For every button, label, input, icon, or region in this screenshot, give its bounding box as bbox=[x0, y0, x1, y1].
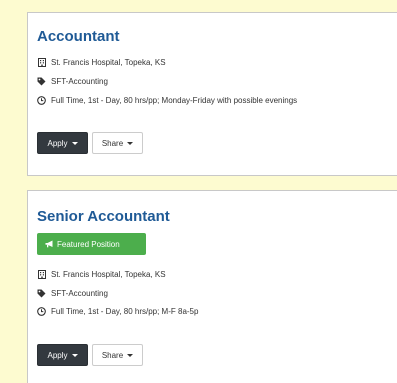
caret-down-icon bbox=[127, 141, 134, 145]
job-department-text: SFT-Accounting bbox=[51, 289, 108, 298]
clock-icon bbox=[37, 96, 46, 105]
job-location-text: St. Francis Hospital, Topeka, KS bbox=[51, 58, 166, 67]
caret-down-icon bbox=[127, 353, 134, 357]
clock-icon bbox=[37, 307, 46, 316]
featured-badge: Featured Position bbox=[37, 233, 146, 255]
job-card: Accountant St. Francis Hospital, Topeka,… bbox=[27, 12, 397, 176]
job-schedule-text: Full Time, 1st - Day, 80 hrs/pp; Monday-… bbox=[51, 96, 298, 105]
job-location: St. Francis Hospital, Topeka, KS bbox=[37, 270, 166, 279]
share-button-label: Share bbox=[101, 350, 124, 360]
apply-button[interactable]: Apply bbox=[37, 344, 88, 366]
caret-down-icon bbox=[71, 353, 78, 357]
job-card: Senior Accountant Featured Position St. … bbox=[27, 190, 397, 383]
featured-badge-text: Featured Position bbox=[57, 239, 120, 249]
job-title-link[interactable]: Senior Accountant bbox=[37, 208, 170, 225]
job-department: SFT-Accounting bbox=[37, 77, 108, 86]
apply-button-label: Apply bbox=[47, 138, 68, 148]
job-schedule: Full Time, 1st - Day, 80 hrs/pp; Monday-… bbox=[37, 96, 297, 105]
apply-button[interactable]: Apply bbox=[37, 132, 88, 154]
share-button[interactable]: Share bbox=[92, 132, 143, 154]
share-button-label: Share bbox=[101, 138, 124, 148]
caret-down-icon bbox=[71, 141, 78, 145]
job-location: St. Francis Hospital, Topeka, KS bbox=[37, 58, 166, 67]
job-listings-page: Accountant St. Francis Hospital, Topeka,… bbox=[0, 0, 397, 383]
job-department: SFT-Accounting bbox=[37, 289, 108, 298]
bullhorn-icon bbox=[45, 240, 54, 248]
building-icon bbox=[37, 270, 46, 279]
tag-icon bbox=[37, 77, 46, 86]
apply-button-label: Apply bbox=[47, 350, 68, 360]
share-button[interactable]: Share bbox=[92, 344, 143, 366]
job-location-text: St. Francis Hospital, Topeka, KS bbox=[51, 270, 166, 279]
building-icon bbox=[37, 58, 46, 67]
tag-icon bbox=[37, 289, 46, 298]
job-schedule-text: Full Time, 1st - Day, 80 hrs/pp; M-F 8a-… bbox=[51, 307, 199, 316]
job-schedule: Full Time, 1st - Day, 80 hrs/pp; M-F 8a-… bbox=[37, 307, 198, 316]
job-title-link[interactable]: Accountant bbox=[37, 28, 120, 45]
job-department-text: SFT-Accounting bbox=[51, 77, 108, 86]
